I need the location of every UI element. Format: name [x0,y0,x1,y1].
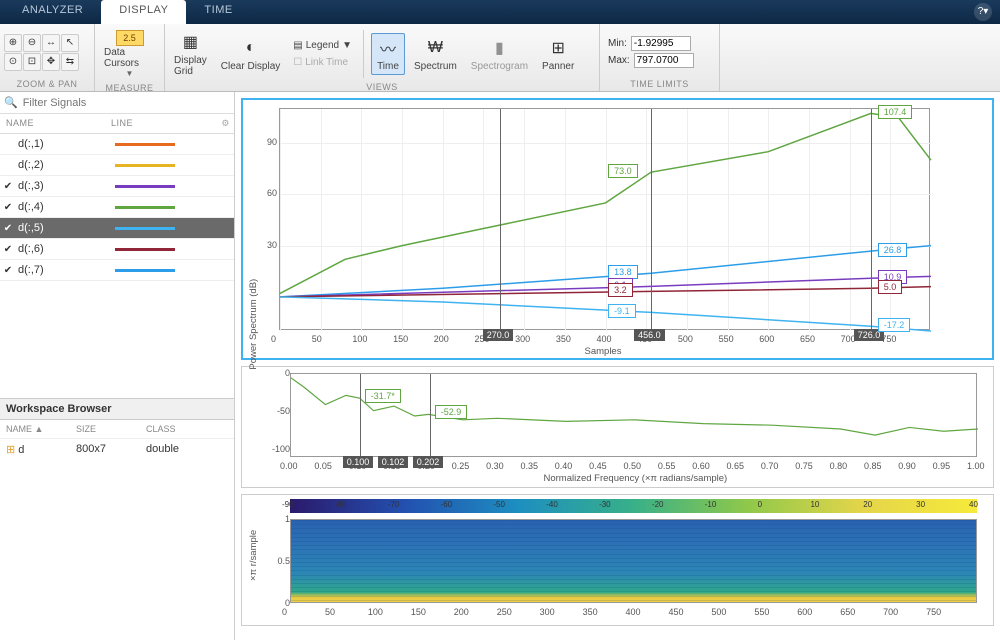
signal-swatch [105,143,234,146]
min-input[interactable] [631,36,691,51]
clear-icon: ◐ [239,36,263,60]
signal-name: d(:,3) [16,180,105,192]
signal-swatch [105,185,234,188]
signal-checkbox[interactable]: ✔ [0,202,16,213]
signal-swatch [105,206,234,209]
pan-icon[interactable]: ✥ [42,53,60,71]
signal-swatch [105,269,234,272]
signal-checkbox[interactable]: ✔ [0,244,16,255]
col-name: NAME [0,114,105,133]
zoom-in-icon[interactable]: ⊕ [4,34,22,52]
min-label: Min: [608,38,627,49]
display-grid-button[interactable]: ▦ Display Grid [169,27,212,80]
signal-checkbox[interactable]: ✔ [0,181,16,192]
col-line: LINE⚙ [105,114,234,133]
panner-view-button[interactable]: ⊞ Panner [537,33,579,75]
clear-display-button[interactable]: ◐ Clear Display [216,33,285,75]
data-cursors-button[interactable]: 2.5 Data Cursors ▼ [99,27,160,81]
tab-display[interactable]: DISPLAY [101,0,186,24]
signal-name: d(:,2) [16,159,105,171]
signal-row[interactable]: ✔ d(:,3) [0,176,234,197]
gear-icon[interactable]: ⚙ [221,118,230,129]
spectrogram-chart[interactable]: -90-80-70-60-50-40-30-20-100102030400501… [241,494,994,626]
signal-name: d(:,1) [16,138,105,150]
signal-name: d(:,7) [16,264,105,276]
cursor-icon: 2.5 [116,30,144,46]
spectrum-view-button[interactable]: ₩ Spectrum [409,33,462,75]
signal-swatch [105,164,234,167]
signal-row[interactable]: ✔ d(:,7) [0,260,234,281]
signal-swatch [105,227,234,230]
grid-icon: ▦ [178,30,202,54]
signal-name: d(:,5) [16,222,105,234]
filter-signals-input[interactable] [21,95,230,111]
zoom-out-icon[interactable]: ⊖ [23,34,41,52]
max-input[interactable] [634,53,694,68]
signal-name: d(:,4) [16,201,105,213]
spectrum-chart[interactable]: -100-5000.000.050.100.150.200.250.300.35… [241,366,994,488]
zoom-x-icon[interactable]: ↔ [42,34,60,52]
search-icon: 🔍 [4,96,18,109]
time-chart[interactable]: 3060900501001502002503003504004505005506… [241,98,994,360]
tab-analyzer[interactable]: ANALYZER [4,0,101,24]
signal-row[interactable]: d(:,2) [0,155,234,176]
pointer-icon[interactable]: ↖ [61,34,79,52]
zoom-reset-icon[interactable]: ⊙ [4,53,22,71]
signal-row[interactable]: ✔ d(:,6) [0,239,234,260]
time-view-button[interactable]: 〰 Time [371,33,405,75]
spectrogram-view-button[interactable]: ▮ Spectrogram [466,33,533,75]
ws-col-class: CLASS [146,424,176,434]
time-icon: 〰 [376,36,400,60]
ws-col-size: SIZE [76,424,146,434]
spectrogram-icon: ▮ [487,36,511,60]
signal-swatch [105,248,234,251]
group-zoom-pan: ZOOM & PAN [4,77,90,91]
help-icon[interactable]: ?▾ [974,3,992,21]
max-label: Max: [608,55,630,66]
spectrum-icon: ₩ [423,36,447,60]
workspace-title: Workspace Browser [0,399,234,420]
signal-row[interactable]: ✔ d(:,5) [0,218,234,239]
panner-icon: ⊞ [546,36,570,60]
signal-row[interactable]: ✔ d(:,4) [0,197,234,218]
fit-icon[interactable]: ⊡ [23,53,41,71]
group-time-limits: TIME LIMITS [604,77,715,91]
tab-time[interactable]: TIME [186,0,250,24]
signal-row[interactable]: d(:,1) [0,134,234,155]
legend-button[interactable]: ▤ Legend ▼ [289,38,356,53]
workspace-row[interactable]: ⊞ d800x7double [0,439,234,460]
link-time-button[interactable]: ☐ Link Time [289,55,356,70]
ws-col-name[interactable]: NAME ▲ [6,424,76,434]
signal-name: d(:,6) [16,243,105,255]
signal-checkbox[interactable]: ✔ [0,265,16,276]
link-pan-icon[interactable]: ⇆ [61,53,79,71]
signal-checkbox[interactable]: ✔ [0,223,16,234]
